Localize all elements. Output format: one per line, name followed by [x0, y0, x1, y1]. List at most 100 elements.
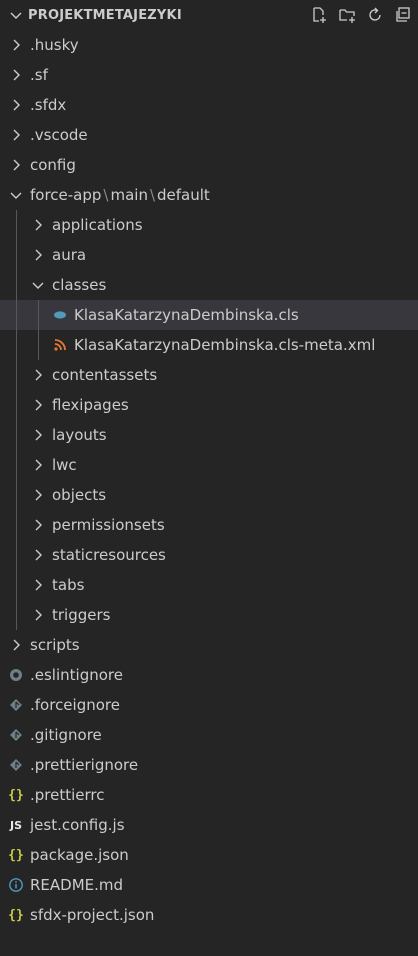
json-braces-icon: {} [8, 787, 24, 803]
folder-item[interactable]: .sfdx [0, 90, 418, 120]
apex-class-icon [52, 307, 68, 323]
tree-item-label: .sfdx [30, 96, 67, 114]
chevron-right-icon[interactable] [30, 547, 46, 563]
chevron-right-icon[interactable] [8, 97, 24, 113]
file-item[interactable]: .forceignore [0, 690, 418, 720]
eslint-icon [8, 667, 24, 683]
chevron-right-icon[interactable] [30, 517, 46, 533]
chevron-right-icon[interactable] [8, 67, 24, 83]
folder-item[interactable]: tabs [0, 570, 418, 600]
folder-item[interactable]: classes [0, 270, 418, 300]
chevron-right-icon[interactable] [30, 247, 46, 263]
tree-item-label: lwc [52, 456, 77, 474]
indent-guide [16, 390, 17, 420]
js-icon: JS [9, 818, 22, 832]
indent-guide [38, 330, 39, 360]
chevron-right-icon[interactable] [30, 217, 46, 233]
folder-item[interactable]: lwc [0, 450, 418, 480]
path-separator: \ [149, 186, 156, 204]
tree-item-label: objects [52, 486, 107, 504]
file-item[interactable]: KlasaKatarzynaDembinska.cls-meta.xml [0, 330, 418, 360]
chevron-down-icon[interactable] [8, 7, 24, 23]
tree-item-label: .husky [30, 36, 79, 54]
xml-rss-icon [52, 337, 68, 353]
chevron-right-icon[interactable] [30, 397, 46, 413]
explorer-header[interactable]: PROJEKTMETAJEZYKI [0, 0, 418, 30]
refresh-icon[interactable] [366, 6, 384, 24]
json-braces-icon: {} [8, 907, 24, 923]
tree-item-label: applications [52, 216, 143, 234]
path-segment[interactable]: main [110, 186, 147, 204]
folder-item[interactable]: scripts [0, 630, 418, 660]
chevron-right-icon[interactable] [8, 127, 24, 143]
indent-guide [38, 300, 39, 330]
chevron-right-icon[interactable] [30, 607, 46, 623]
file-item[interactable]: {} package.json [0, 840, 418, 870]
folder-item[interactable]: config [0, 150, 418, 180]
collapse-all-icon[interactable] [394, 6, 412, 24]
tree-item-label: force-app \ main \ default [30, 186, 210, 204]
tree-item-label: .prettierignore [30, 756, 139, 774]
folder-item[interactable]: .vscode [0, 120, 418, 150]
file-item[interactable]: .gitignore [0, 720, 418, 750]
folder-item[interactable]: force-app \ main \ default [0, 180, 418, 210]
folder-item[interactable]: .sf [0, 60, 418, 90]
file-item[interactable]: README.md [0, 870, 418, 900]
chevron-right-icon[interactable] [30, 427, 46, 443]
folder-item[interactable]: triggers [0, 600, 418, 630]
folder-item[interactable]: contentassets [0, 360, 418, 390]
folder-item[interactable]: objects [0, 480, 418, 510]
indent-guide [16, 300, 17, 330]
file-item[interactable]: .eslintignore [0, 660, 418, 690]
tree-item-label: contentassets [52, 366, 158, 384]
folder-item[interactable]: .husky [0, 30, 418, 60]
chevron-right-icon[interactable] [30, 577, 46, 593]
diamond-icon [8, 757, 24, 773]
path-separator: \ [103, 186, 109, 204]
tree-item-label: .sf [30, 66, 48, 84]
new-file-icon[interactable] [310, 6, 328, 24]
chevron-right-icon[interactable] [8, 157, 24, 173]
tree-item-label: flexipages [52, 396, 129, 414]
folder-item[interactable]: applications [0, 210, 418, 240]
file-item[interactable]: .prettierignore [0, 750, 418, 780]
indent-guide [16, 540, 17, 570]
tree-item-label: permissionsets [52, 516, 165, 534]
diamond-icon [8, 697, 24, 713]
file-item[interactable]: {} .prettierrc [0, 780, 418, 810]
tree-item-label: classes [52, 276, 107, 294]
tree-item-label: sfdx-project.json [30, 906, 155, 924]
indent-guide [16, 450, 17, 480]
folder-item[interactable]: permissionsets [0, 510, 418, 540]
chevron-down-icon[interactable] [30, 277, 46, 293]
tree-item-label: config [30, 156, 76, 174]
folder-item[interactable]: flexipages [0, 390, 418, 420]
tree-item-label: .forceignore [30, 696, 120, 714]
chevron-right-icon[interactable] [8, 37, 24, 53]
folder-item[interactable]: staticresources [0, 540, 418, 570]
file-item[interactable]: {} sfdx-project.json [0, 900, 418, 930]
info-icon [8, 877, 24, 893]
chevron-right-icon[interactable] [30, 367, 46, 383]
chevron-right-icon[interactable] [30, 457, 46, 473]
explorer-actions [310, 6, 412, 24]
tree-item-label: KlasaKatarzynaDembinska.cls-meta.xml [74, 336, 376, 354]
chevron-down-icon[interactable] [8, 187, 24, 203]
path-segment[interactable]: default [157, 186, 210, 204]
chevron-right-icon[interactable] [30, 487, 46, 503]
chevron-right-icon[interactable] [8, 637, 24, 653]
folder-item[interactable]: aura [0, 240, 418, 270]
json-braces-icon: {} [8, 847, 24, 863]
file-item[interactable]: JS jest.config.js [0, 810, 418, 840]
new-folder-icon[interactable] [338, 6, 356, 24]
tree-item-label: triggers [52, 606, 111, 624]
tree-item-label: KlasaKatarzynaDembinska.cls [74, 306, 299, 324]
indent-guide [16, 600, 17, 630]
path-segment[interactable]: force-app [30, 186, 101, 204]
indent-guide [16, 270, 17, 300]
indent-guide [16, 330, 17, 360]
tree-item-label: tabs [52, 576, 85, 594]
folder-item[interactable]: layouts [0, 420, 418, 450]
diamond-icon [8, 727, 24, 743]
file-item[interactable]: KlasaKatarzynaDembinska.cls [0, 300, 418, 330]
